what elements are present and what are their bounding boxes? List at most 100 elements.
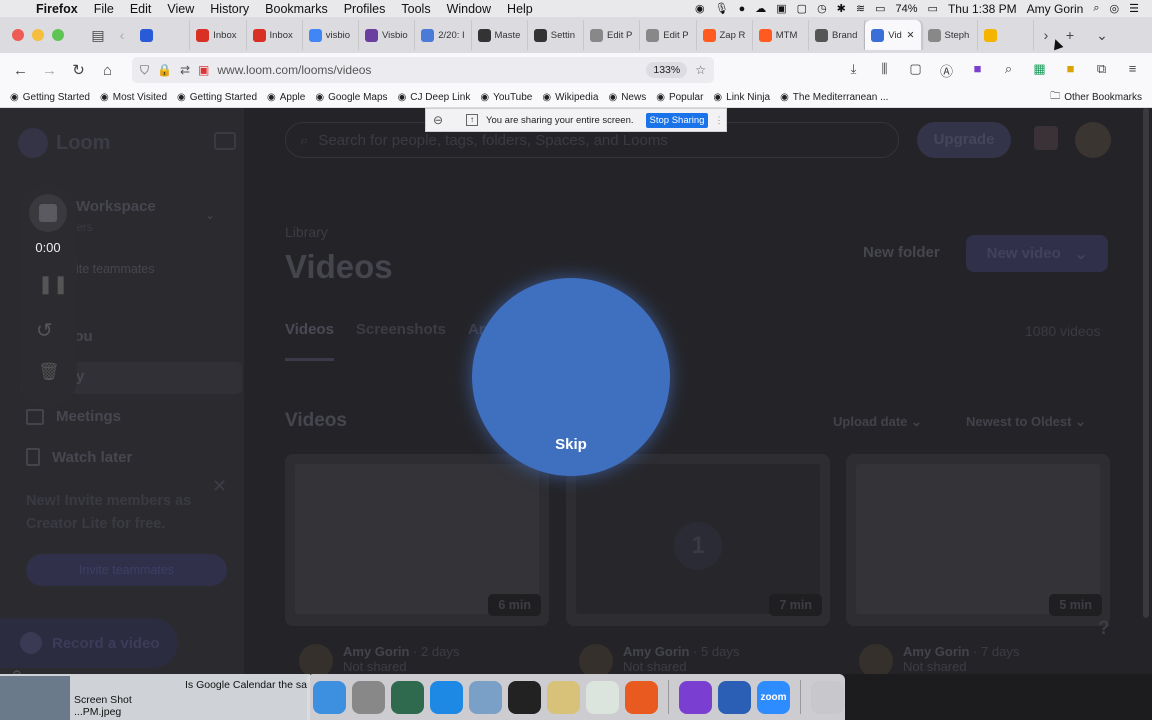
tab-screenshots[interactable]: Screenshots <box>356 321 446 338</box>
notes-icon[interactable] <box>547 680 580 714</box>
page-scrollbar[interactable] <box>1143 108 1149 618</box>
restart-icon[interactable]: ↺ <box>36 318 53 343</box>
menu-clock[interactable]: Thu 1:38 PM <box>943 2 1022 16</box>
bookmark-item[interactable]: ◉ CJ Deep Link <box>398 92 471 103</box>
time-machine-icon[interactable] <box>391 680 424 714</box>
time-machine-icon[interactable]: ◷ <box>812 2 832 15</box>
list-all-tabs-icon[interactable]: ⌄ <box>1090 27 1114 44</box>
minimize-window-icon[interactable] <box>32 29 44 41</box>
battery-icon[interactable]: ▭ <box>923 2 943 15</box>
zoom-level[interactable]: 133% <box>646 62 688 78</box>
extensions-puzzle-icon[interactable]: ⧉ <box>1086 61 1117 80</box>
stop-recording-button[interactable] <box>29 194 67 232</box>
menu-file[interactable]: File <box>86 2 122 16</box>
camera-status-icon[interactable]: ◉ <box>690 2 710 15</box>
video-card[interactable]: 6 min <box>285 454 549 626</box>
zoom-icon[interactable]: zoom <box>757 680 790 714</box>
share-status[interactable]: Not shared <box>903 659 967 674</box>
terminal-icon[interactable] <box>508 680 541 714</box>
bookmark-item[interactable]: ◉ YouTube <box>480 92 532 103</box>
browser-tab[interactable]: Maste <box>472 20 528 50</box>
tracking-shield-icon[interactable]: ⛉ <box>140 63 149 78</box>
synced-tabs-icon[interactable]: ▢ <box>900 61 931 80</box>
close-window-icon[interactable] <box>12 29 24 41</box>
gift-icon[interactable] <box>1034 126 1058 150</box>
home-icon[interactable]: ⌂ <box>93 62 122 79</box>
menu-window[interactable]: Window <box>439 2 499 16</box>
new-folder-button[interactable]: New folder <box>863 244 940 261</box>
share-status[interactable]: Not shared <box>343 659 407 674</box>
bookmark-item[interactable]: ◉ Most Visited <box>100 92 167 103</box>
browser-tab[interactable] <box>978 20 1034 50</box>
downloads-icon[interactable]: ⤓ <box>838 61 869 80</box>
video-card[interactable]: 5 min <box>846 454 1110 626</box>
tab-overview-icon[interactable]: ▤ <box>86 27 110 44</box>
zoom-status-icon[interactable]: ● <box>734 3 751 15</box>
bluetooth-icon[interactable]: ✱ <box>832 2 851 15</box>
pause-icon[interactable]: ❚❚ <box>38 274 68 295</box>
video-card[interactable]: 1 7 min <box>566 454 830 626</box>
menu-tools[interactable]: Tools <box>393 2 438 16</box>
browser-tab[interactable]: Inbox <box>247 20 303 50</box>
extension-search-icon[interactable]: ⌕ <box>993 61 1024 80</box>
share-status[interactable]: Not shared <box>623 659 687 674</box>
browser-tab[interactable]: Steph <box>922 20 978 50</box>
shield-status-icon[interactable]: ▣ <box>771 2 791 15</box>
browser-tab[interactable]: visbio <box>303 20 359 50</box>
screenshot-file-thumbnail[interactable] <box>0 676 70 720</box>
sidebar-item-watch-later[interactable]: Watch later <box>26 448 132 466</box>
browser-tab[interactable]: Settin <box>528 20 584 50</box>
help-icon[interactable]: ? <box>1098 618 1110 640</box>
tab-videos[interactable]: Videos <box>285 321 334 338</box>
control-center-icon[interactable]: ☰ <box>1124 2 1144 15</box>
menu-edit[interactable]: Edit <box>122 2 160 16</box>
menu-user[interactable]: Amy Gorin <box>1022 2 1089 16</box>
browser-tab[interactable]: MTM <box>753 20 809 50</box>
avatar[interactable] <box>1075 122 1111 158</box>
finder-icon[interactable] <box>313 680 346 714</box>
collapse-sidebar-icon[interactable] <box>214 132 236 150</box>
account-icon[interactable]: Ⓐ <box>931 61 962 80</box>
sort-order-dropdown[interactable]: Newest to Oldest ⌄ <box>966 414 1086 430</box>
url-bar[interactable]: ⛉ 🔒 ⇄ ▣ www.loom.com/looms/videos 133% ☆ <box>132 57 714 83</box>
chrome-icon[interactable] <box>586 680 619 714</box>
trash-icon[interactable] <box>811 680 844 714</box>
library-icon[interactable]: ⫼ <box>869 61 900 80</box>
reload-icon[interactable]: ↻ <box>64 61 93 79</box>
workspace-name[interactable]: Workspace <box>76 198 156 215</box>
browser-tab[interactable]: 2/20: I <box>415 20 472 50</box>
permissions-icon[interactable]: ⇄ <box>180 63 190 77</box>
bookmark-item[interactable]: ◉ News <box>608 92 646 103</box>
bookmark-item[interactable]: ◉ Google Maps <box>315 92 387 103</box>
menu-profiles[interactable]: Profiles <box>336 2 394 16</box>
bookmark-item[interactable]: ◉ The Mediterranean ... <box>780 92 888 103</box>
bookmark-item[interactable]: ◉ Apple <box>267 92 305 103</box>
app-menu-icon[interactable]: ≡ <box>1117 61 1148 80</box>
browser-tab[interactable] <box>134 20 191 50</box>
menu-bookmarks[interactable]: Bookmarks <box>257 2 336 16</box>
screen-record-icon[interactable]: ▢ <box>792 2 812 15</box>
invite-teammates-button[interactable]: Invite teammates <box>26 554 227 586</box>
stop-sharing-button[interactable]: Stop Sharing <box>645 112 709 128</box>
siri-icon[interactable]: ◎ <box>1105 2 1125 15</box>
back-icon[interactable]: ← <box>6 62 35 79</box>
new-video-button[interactable]: New video ⌄ <box>966 235 1108 272</box>
chevron-down-icon[interactable]: ⌄ <box>205 208 215 222</box>
safari-icon[interactable] <box>430 680 463 714</box>
tab-scroll-left-icon[interactable]: ‹ <box>110 27 134 43</box>
spotlight-search-icon[interactable]: ⌕ <box>1088 2 1104 15</box>
trash-icon[interactable]: 🗑 <box>38 362 60 382</box>
menu-history[interactable]: History <box>202 2 257 16</box>
menu-app-name[interactable]: Firefox <box>28 2 86 16</box>
bookmark-item[interactable]: ◉ Getting Started <box>10 92 90 103</box>
sidebar-item-meetings[interactable]: Meetings <box>26 408 121 425</box>
browser-tab[interactable]: Inbox <box>190 20 247 50</box>
airplay-icon[interactable]: ▭ <box>870 2 890 15</box>
wifi-icon[interactable]: ≋ <box>851 2 870 15</box>
drag-handle-icon[interactable]: ⋮ <box>712 115 726 126</box>
new-tab-icon[interactable]: + <box>1058 27 1082 43</box>
extension-b-icon[interactable]: ■ <box>962 61 993 80</box>
firefox-icon[interactable] <box>679 680 712 714</box>
extension-honey-icon[interactable]: ■ <box>1055 61 1086 80</box>
lock-icon[interactable]: 🔒 <box>157 63 172 77</box>
